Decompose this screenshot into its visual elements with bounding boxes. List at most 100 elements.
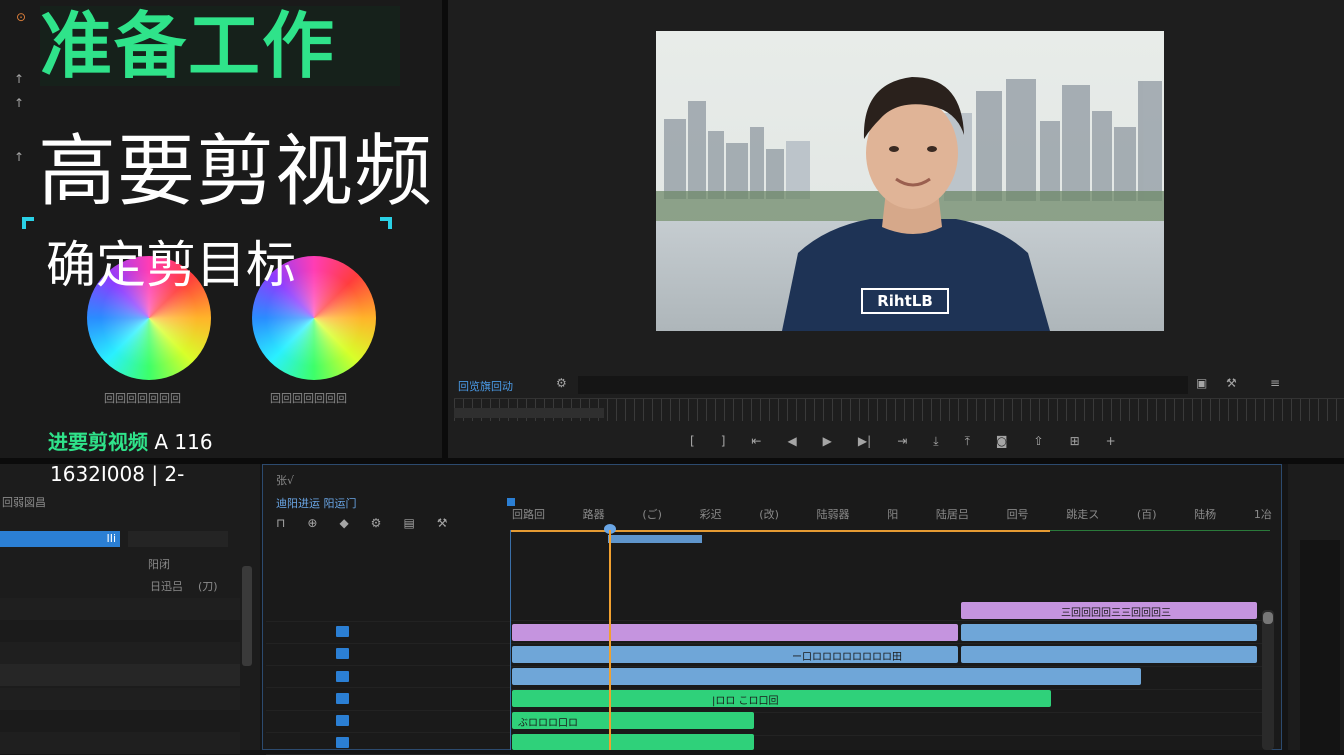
ruler-labels: 回路回 路器 (ご) 彩迟 (改) 陆弱器 阳 陆居吕 回号 跳走ス (百) 陆… bbox=[512, 506, 1272, 522]
caption-line1-text: 进要剪视频 bbox=[48, 430, 148, 454]
project-row[interactable] bbox=[0, 732, 240, 754]
monitor-tab-label[interactable]: 回览旗回动 bbox=[458, 378, 513, 394]
wrench-icon[interactable]: ⚒ bbox=[1226, 376, 1237, 390]
clip-green-bottom[interactable] bbox=[512, 734, 754, 750]
ruler-label: 陆杨 bbox=[1194, 508, 1217, 521]
monitor-in-out-range bbox=[454, 408, 604, 418]
clip-blue[interactable] bbox=[961, 646, 1257, 663]
timeline-tools: ⊓ ⊕ ◆ ⚙ ▤ ⚒ bbox=[276, 516, 448, 530]
ruler-label: 回路回 bbox=[512, 508, 545, 521]
marker-icon[interactable]: ◆ bbox=[339, 516, 348, 530]
shirt-print-text: RihtLB bbox=[877, 292, 933, 310]
button-editor-icon[interactable]: ≡ bbox=[1270, 376, 1280, 390]
work-area-bar[interactable] bbox=[510, 530, 1050, 532]
project-search-field[interactable] bbox=[128, 531, 228, 547]
clip-label: ぶロロロ口ロ bbox=[518, 718, 578, 729]
track-header[interactable] bbox=[266, 688, 510, 711]
clip-blue-mid[interactable]: ー口ロロロロロロロロ田 bbox=[512, 646, 958, 663]
project-row[interactable] bbox=[0, 620, 240, 642]
track-header[interactable] bbox=[266, 599, 510, 622]
settings-icon[interactable]: ⚙ bbox=[371, 516, 382, 530]
track-header[interactable] bbox=[266, 665, 510, 688]
project-panel-header: 回弱図昌 bbox=[2, 496, 46, 509]
timeline-scrollbar[interactable] bbox=[1262, 610, 1274, 750]
project-row[interactable] bbox=[0, 688, 240, 710]
arrow-icon[interactable]: ↑ bbox=[14, 72, 24, 86]
mark-out-icon[interactable]: ] bbox=[721, 434, 726, 448]
playhead[interactable] bbox=[609, 530, 611, 750]
track-toggle-button[interactable] bbox=[336, 737, 349, 748]
track-header[interactable] bbox=[266, 643, 510, 666]
ruler-label: 陆居吕 bbox=[935, 508, 969, 521]
timeline-scrollbar-thumb[interactable] bbox=[1263, 612, 1273, 624]
add-button-icon[interactable]: + bbox=[1106, 434, 1116, 448]
insert-icon[interactable]: ⤓ bbox=[933, 434, 938, 449]
wrench-icon[interactable]: ⚒ bbox=[437, 516, 448, 530]
linked-icon[interactable]: ⊕ bbox=[307, 516, 317, 530]
clip-blue-long[interactable] bbox=[512, 668, 1141, 685]
track-header[interactable] bbox=[266, 621, 510, 644]
track-header[interactable] bbox=[266, 710, 510, 733]
clip-green-lower[interactable]: ぶロロロ口ロ bbox=[512, 712, 754, 729]
settings-icon[interactable]: ⚙ bbox=[556, 376, 567, 390]
project-row[interactable] bbox=[0, 664, 240, 686]
project-row[interactable] bbox=[0, 642, 240, 664]
video-frame[interactable]: RihtLB bbox=[656, 31, 1164, 331]
subtitle: 确定剪目标 bbox=[46, 236, 296, 294]
record-icon[interactable]: ⊙ bbox=[16, 10, 26, 24]
project-row[interactable] bbox=[0, 598, 240, 620]
captions-icon[interactable]: ▤ bbox=[403, 516, 414, 530]
work-area-bar-end bbox=[1050, 530, 1270, 531]
ruler-label: (百) bbox=[1136, 508, 1157, 521]
track-header[interactable] bbox=[266, 732, 510, 755]
track-toggle-button[interactable] bbox=[336, 715, 349, 726]
camera-icon[interactable]: ◙ bbox=[996, 434, 1008, 448]
step-back-icon[interactable]: ◀ bbox=[787, 434, 796, 448]
go-to-in-icon[interactable]: ⇤ bbox=[751, 434, 761, 448]
track-toggle-button[interactable] bbox=[336, 648, 349, 659]
mark-in-icon[interactable]: [ bbox=[690, 434, 695, 448]
timeline-header-label: 迪阳进运 阳运门 bbox=[276, 497, 357, 510]
clip-blue[interactable] bbox=[961, 624, 1257, 641]
track-toggle-button[interactable] bbox=[336, 626, 349, 637]
export-frame-icon[interactable]: ▣ bbox=[1196, 376, 1207, 390]
ruler-label: 陆弱器 bbox=[816, 508, 850, 521]
project-scrollbar[interactable] bbox=[242, 566, 252, 666]
project-column-2: 日迅吕 bbox=[150, 580, 183, 593]
in-marker bbox=[608, 535, 702, 543]
caption-line1-value: A 116 bbox=[154, 430, 213, 454]
clip-purple-top[interactable]: 三回回回回三三回回回三 bbox=[961, 602, 1257, 619]
clip-green-main[interactable]: |ロロ こロ口回 bbox=[512, 690, 1051, 707]
extract-icon[interactable]: ⊞ bbox=[1070, 434, 1080, 448]
arrow-icon[interactable]: ↑ bbox=[14, 96, 24, 110]
title-green: 准备工作 bbox=[40, 4, 337, 88]
arrow-icon[interactable]: ↑ bbox=[14, 150, 24, 164]
sequence-start-line bbox=[510, 530, 511, 750]
caption-line2: 1632I008 | 2- bbox=[50, 462, 185, 486]
ruler-label: 路器 bbox=[582, 508, 605, 521]
step-forward-icon[interactable]: ▶| bbox=[858, 434, 871, 448]
play-icon[interactable]: ▶ bbox=[823, 434, 832, 448]
track-toggle-button[interactable] bbox=[336, 693, 349, 704]
project-row[interactable] bbox=[0, 710, 240, 732]
clip-label: ー口ロロロロロロロロ田 bbox=[792, 652, 902, 663]
color-wheel-left-label: 回回回回回回回 bbox=[104, 392, 181, 405]
bracket-marker-left bbox=[22, 217, 34, 229]
transport-bar: [ ] ⇤ ◀ ▶ ▶| ⇥ ⤓ ⤒ ◙ ⇧ ⊞ + bbox=[690, 430, 1150, 452]
ruler-label: 阳 bbox=[887, 508, 899, 521]
ruler-label: (ご) bbox=[642, 508, 662, 521]
snap-icon[interactable]: ⊓ bbox=[276, 516, 285, 530]
caption-line1: 进要剪视频 A 116 bbox=[48, 426, 213, 455]
overwrite-icon[interactable]: ⤒ bbox=[965, 434, 970, 449]
audio-meter bbox=[1300, 540, 1340, 750]
track-toggle-button[interactable] bbox=[336, 671, 349, 682]
timeline-tab[interactable]: 张√ bbox=[276, 472, 294, 488]
go-to-out-icon[interactable]: ⇥ bbox=[897, 434, 907, 448]
lift-icon[interactable]: ⇧ bbox=[1034, 434, 1044, 448]
project-selected-tab-label: IIi bbox=[106, 532, 116, 545]
project-selected-tab[interactable]: IIi bbox=[0, 531, 120, 547]
monitor-scrub-bar[interactable] bbox=[578, 376, 1188, 394]
project-column-1: 阳闭 bbox=[148, 558, 170, 571]
ruler-label: 彩迟 bbox=[699, 508, 722, 521]
clip-purple[interactable] bbox=[512, 624, 958, 641]
